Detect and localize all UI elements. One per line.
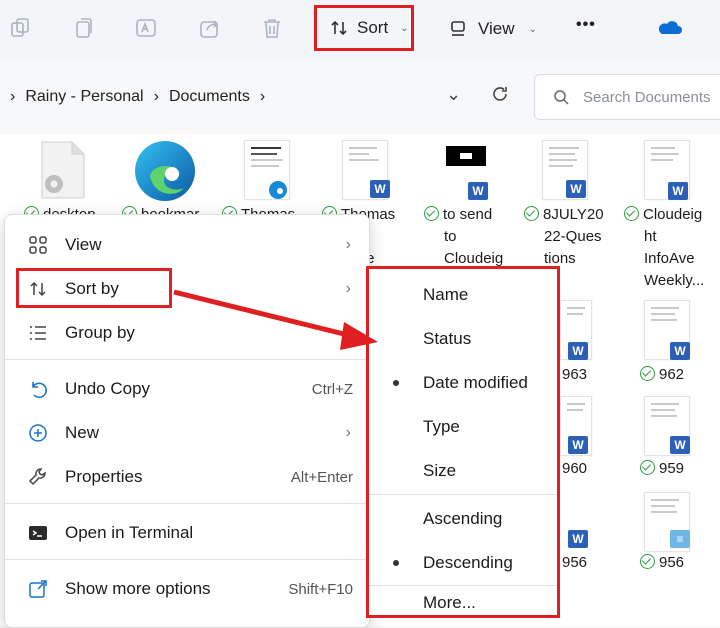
grid-icon	[27, 234, 49, 256]
selected-dot-icon	[393, 560, 399, 566]
breadcrumb: › Rainy - Personal › Documents ›	[10, 88, 265, 106]
menu-item-open-terminal[interactable]: Open in Terminal	[5, 513, 367, 553]
share-out-icon	[27, 578, 49, 600]
sort-option-date-modified[interactable]: Date modified	[369, 363, 557, 403]
file-label[interactable]: 959	[640, 458, 684, 480]
chevron-right-icon: ›	[259, 88, 266, 105]
file-label[interactable]: 956	[562, 552, 587, 574]
word-icon: W	[566, 180, 586, 198]
chevron-down-icon: ⌄	[400, 22, 409, 34]
search-input[interactable]: Search Documents	[583, 89, 711, 106]
file-label[interactable]: 960	[562, 458, 587, 480]
wrench-icon	[27, 466, 49, 488]
word-icon: W	[370, 180, 390, 198]
search-box[interactable]: Search Documents	[534, 74, 720, 120]
group-icon	[27, 322, 49, 344]
more-options-button[interactable]: •••	[576, 16, 596, 34]
selected-dot-icon	[393, 380, 399, 386]
sort-option-ascending[interactable]: Ascending	[369, 499, 557, 539]
word-icon: W	[568, 530, 588, 548]
chevron-right-icon: ›	[345, 424, 351, 441]
word-icon: W	[670, 436, 690, 454]
file-label[interactable]: 8JULY20 22-Ques tions	[524, 204, 604, 270]
edge-icon	[268, 180, 288, 200]
sort-icon	[329, 18, 349, 38]
menu-separator	[369, 494, 557, 495]
command-bar: Sort ⌄ View ⌄ •••	[0, 0, 720, 61]
view-label: View	[478, 19, 515, 38]
menu-item-view[interactable]: View ›	[5, 225, 367, 265]
sort-option-type[interactable]: Type	[369, 407, 557, 447]
chevron-right-icon: ›	[345, 280, 351, 297]
share-icon[interactable]	[198, 16, 222, 40]
new-icon[interactable]	[8, 16, 32, 40]
synced-check-icon	[624, 206, 639, 221]
plus-circle-icon	[27, 422, 49, 444]
word-icon: W	[668, 182, 688, 200]
menu-item-show-more-options[interactable]: Show more options Shift+F10	[5, 569, 367, 609]
view-icon	[448, 19, 468, 39]
word-icon: W	[468, 182, 488, 200]
synced-check-icon	[640, 554, 655, 569]
breadcrumb-item-rainy[interactable]: Rainy - Personal	[25, 88, 143, 106]
file-label[interactable]: Cloudeig ht InfoAve Weekly...	[624, 204, 704, 292]
sort-option-name[interactable]: Name	[369, 275, 557, 315]
file-label[interactable]: 962	[640, 364, 684, 386]
word-icon: W	[670, 342, 690, 360]
sort-by-highlight-box	[16, 268, 172, 308]
terminal-icon	[27, 522, 49, 544]
sort-option-descending[interactable]: Descending	[369, 543, 557, 583]
sort-button[interactable]: Sort ⌄	[314, 5, 414, 51]
sort-option-size[interactable]: Size	[369, 451, 557, 491]
file-label[interactable]: 956	[640, 552, 684, 574]
chevron-right-icon: ›	[153, 88, 159, 105]
menu-separator	[5, 503, 367, 504]
file-icon-generic[interactable]	[38, 140, 88, 200]
menu-separator	[5, 559, 367, 560]
menu-item-undo-copy[interactable]: Undo Copy Ctrl+Z	[5, 369, 367, 409]
menu-item-group-by[interactable]: Group by	[5, 313, 367, 353]
undo-icon	[27, 378, 49, 400]
synced-check-icon	[640, 460, 655, 475]
menu-item-properties[interactable]: Properties Alt+Enter	[5, 457, 367, 497]
synced-check-icon	[524, 206, 539, 221]
word-icon: W	[568, 436, 588, 454]
menu-separator	[369, 585, 557, 586]
rename-icon[interactable]	[134, 16, 158, 40]
synced-check-icon	[640, 366, 655, 381]
address-bar: › Rainy - Personal › Documents › ⌄ Searc…	[0, 60, 720, 135]
edge-icon[interactable]	[132, 138, 198, 204]
onedrive-icon[interactable]	[656, 18, 682, 36]
image-thumbnail[interactable]	[446, 146, 486, 166]
breadcrumb-item-documents[interactable]: Documents	[169, 88, 250, 106]
chevron-right-icon: ›	[10, 88, 16, 105]
sort-label: Sort	[357, 18, 389, 37]
chevron-down-icon[interactable]: ⌄	[446, 84, 461, 105]
word-icon: W	[568, 342, 588, 360]
chevron-right-icon: ›	[345, 236, 351, 253]
file-label[interactable]: to send to Cloudeig	[424, 204, 503, 270]
view-button[interactable]: View ⌄	[448, 14, 537, 44]
menu-separator	[5, 359, 367, 360]
sort-option-more[interactable]: More...	[369, 587, 557, 615]
copy-icon[interactable]	[72, 16, 96, 40]
chevron-down-icon: ⌄	[528, 23, 537, 35]
delete-icon[interactable]	[260, 16, 284, 40]
refresh-icon[interactable]	[490, 84, 510, 104]
menu-item-new[interactable]: New ›	[5, 413, 367, 453]
synced-check-icon	[424, 206, 439, 221]
doc-badge-icon: ≡	[670, 530, 690, 548]
search-icon	[553, 89, 569, 105]
sort-option-status[interactable]: Status	[369, 319, 557, 359]
file-label[interactable]: 963	[562, 364, 587, 386]
sort-submenu: Name Status Date modified Type Size Asce…	[366, 266, 560, 618]
